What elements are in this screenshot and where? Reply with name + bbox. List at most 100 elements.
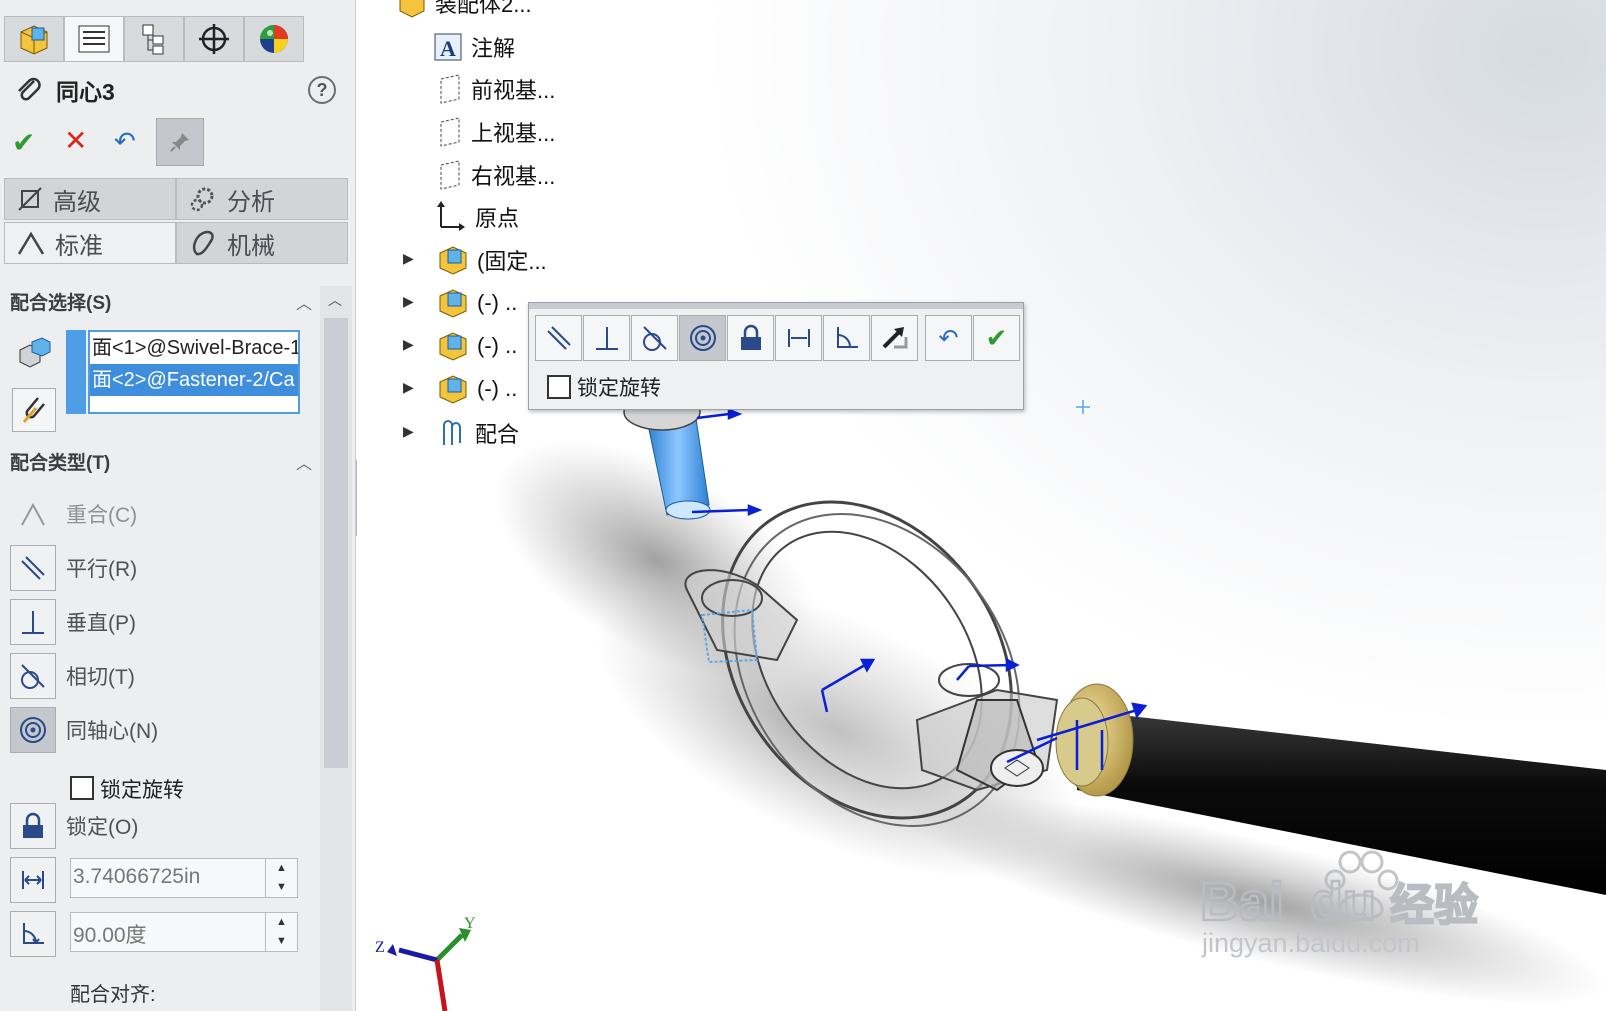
- toolbar-lock-rotation-checkbox[interactable]: [547, 375, 571, 399]
- triad-y-label: Y: [464, 915, 476, 932]
- configuration-icon: [142, 24, 164, 55]
- checkmark-icon: ✔: [12, 127, 36, 158]
- standard-mate-icon: [17, 231, 45, 255]
- lock-icon: [10, 803, 56, 849]
- expand-arrow-icon[interactable]: ▶: [403, 379, 414, 396]
- triad-z-label: Z: [375, 939, 385, 956]
- tab-advanced[interactable]: 高级: [4, 178, 176, 220]
- mate-type-concentric[interactable]: 同轴心(N): [10, 706, 310, 754]
- flip-alignment-button[interactable]: [871, 315, 918, 361]
- mate-type-coincident[interactable]: 重合(C): [10, 490, 310, 538]
- mate-type-parallel[interactable]: 平行(R): [10, 544, 310, 592]
- list-item[interactable]: 面<1>@Swivel-Brace-1: [90, 332, 298, 364]
- undo-icon: ↶: [114, 126, 136, 156]
- angle-icon: [836, 327, 858, 348]
- tangent-icon: [10, 653, 56, 699]
- lock-rotation-label: 锁定旋转: [100, 779, 184, 802]
- watermark-url: jingyan.baidu.com: [1201, 928, 1420, 958]
- distance-button[interactable]: [775, 315, 822, 361]
- expand-arrow-icon[interactable]: ▶: [403, 293, 414, 310]
- tree-root[interactable]: 装配体2...: [397, 0, 532, 20]
- tree-item-component[interactable]: (-) ..: [437, 286, 517, 320]
- cancel-button[interactable]: ✕: [64, 124, 87, 157]
- tab-configuration-manager[interactable]: [124, 16, 184, 62]
- distance-icon: [10, 857, 56, 903]
- undo-button[interactable]: ↶: [925, 315, 972, 361]
- expand-arrow-icon[interactable]: ▶: [403, 250, 414, 267]
- angle-icon: [10, 911, 56, 957]
- watermark-brand: Bai: [1200, 872, 1284, 932]
- mate-type-tangent[interactable]: 相切(T): [10, 652, 310, 700]
- mate-type-angle[interactable]: [10, 910, 70, 958]
- tree-item-right-plane[interactable]: 右视基...: [437, 158, 555, 192]
- tab-standard[interactable]: 标准: [4, 222, 176, 264]
- mate-type-distance[interactable]: [10, 856, 70, 904]
- part-icon: [439, 289, 467, 318]
- angle-stepper[interactable]: ▲ ▼: [265, 913, 297, 951]
- undo-button[interactable]: ↶: [114, 126, 136, 157]
- coincident-icon: [10, 491, 56, 537]
- help-button[interactable]: ?: [308, 76, 336, 104]
- tree-item-mates[interactable]: 配合: [437, 416, 519, 450]
- collapse-types-chevron-up-icon[interactable]: ︿: [296, 450, 312, 474]
- tab-analysis[interactable]: 分析: [176, 178, 348, 220]
- lock-button[interactable]: [727, 315, 774, 361]
- toolbar-grip[interactable]: [529, 303, 1023, 309]
- tab-mechanical[interactable]: 机械: [176, 222, 348, 264]
- concentric-button[interactable]: [679, 315, 726, 361]
- angle-button[interactable]: [823, 315, 870, 361]
- mate-type-perpendicular[interactable]: 垂直(P): [10, 598, 310, 646]
- tab-display-manager[interactable]: [244, 16, 304, 62]
- manager-tabs: [4, 16, 304, 62]
- tree-item-annotations[interactable]: A 注解: [433, 30, 515, 64]
- mates-paperclip-icon: [443, 420, 461, 445]
- distance-stepper[interactable]: ▲ ▼: [265, 859, 297, 897]
- plane-icon: [440, 160, 460, 190]
- tab-feature-manager[interactable]: [4, 16, 64, 62]
- entities-to-mate-icon: [14, 336, 54, 372]
- tangent-button[interactable]: [631, 315, 678, 361]
- expand-arrow-icon[interactable]: ▶: [403, 423, 414, 440]
- tree-item-component[interactable]: (-) ..: [437, 329, 517, 363]
- toolbar-lock-rotation-label: 锁定旋转: [577, 377, 661, 400]
- checkmark-icon: ✔: [985, 322, 1008, 353]
- collapse-selections-chevron-up-icon[interactable]: ︿: [296, 290, 312, 314]
- parallel-button[interactable]: [535, 315, 582, 361]
- tab-property-manager[interactable]: [64, 16, 124, 62]
- lock-rotation-checkbox[interactable]: [70, 776, 94, 800]
- confirm-button[interactable]: ✔: [973, 315, 1020, 361]
- mate-context-toolbar: ↶ ✔ 锁定旋转: [528, 302, 1024, 410]
- tree-item-top-plane[interactable]: 上视基...: [437, 115, 555, 149]
- multi-mate-mode-button[interactable]: [12, 388, 56, 432]
- tree-item-component[interactable]: (固定...: [437, 243, 547, 277]
- advanced-mate-icon: [18, 187, 42, 211]
- pin-button[interactable]: [156, 118, 204, 166]
- perpendicular-icon: [595, 327, 618, 350]
- plane-icon: [440, 74, 460, 104]
- mate-name: 同心3: [56, 79, 115, 105]
- scrollbar[interactable]: ︿: [320, 286, 352, 1011]
- distance-icon: [787, 329, 810, 347]
- scroll-up-chevron-icon[interactable]: ︿: [328, 290, 342, 310]
- perpendicular-icon: [10, 599, 56, 645]
- plane-icon: [440, 117, 460, 147]
- tree-item-component[interactable]: (-) ..: [437, 372, 517, 406]
- parallel-icon: [546, 326, 571, 350]
- tree-item-front-plane[interactable]: 前视基...: [437, 72, 555, 106]
- part-icon: [439, 246, 467, 275]
- property-list-icon: [78, 25, 110, 53]
- mate-alignment-label: 配合对齐:: [70, 984, 156, 1006]
- flip-alignment-icon: [882, 327, 907, 349]
- perpendicular-button[interactable]: [583, 315, 630, 361]
- tree-item-origin[interactable]: 原点: [433, 200, 519, 234]
- mate-type-lock[interactable]: 锁定(O): [10, 802, 310, 850]
- property-manager: 同心3 ? ✔ ✕ ↶ 高级 分析 标准 机械 配合选择(S) ︿ 面<1>@S…: [0, 0, 356, 1011]
- list-item[interactable]: 面<2>@Fastener-2/Ca: [90, 364, 298, 396]
- ok-button[interactable]: ✔: [12, 126, 35, 159]
- angle-input[interactable]: 90.00度 ▲ ▼: [70, 912, 298, 952]
- tab-dimxpert[interactable]: [184, 16, 244, 62]
- mate-selection-list[interactable]: 面<1>@Swivel-Brace-1 面<2>@Fastener-2/Ca: [88, 330, 300, 414]
- distance-input[interactable]: 3.74066725in ▲ ▼: [70, 858, 298, 898]
- expand-arrow-icon[interactable]: ▶: [403, 336, 414, 353]
- scrollbar-thumb[interactable]: [324, 318, 348, 768]
